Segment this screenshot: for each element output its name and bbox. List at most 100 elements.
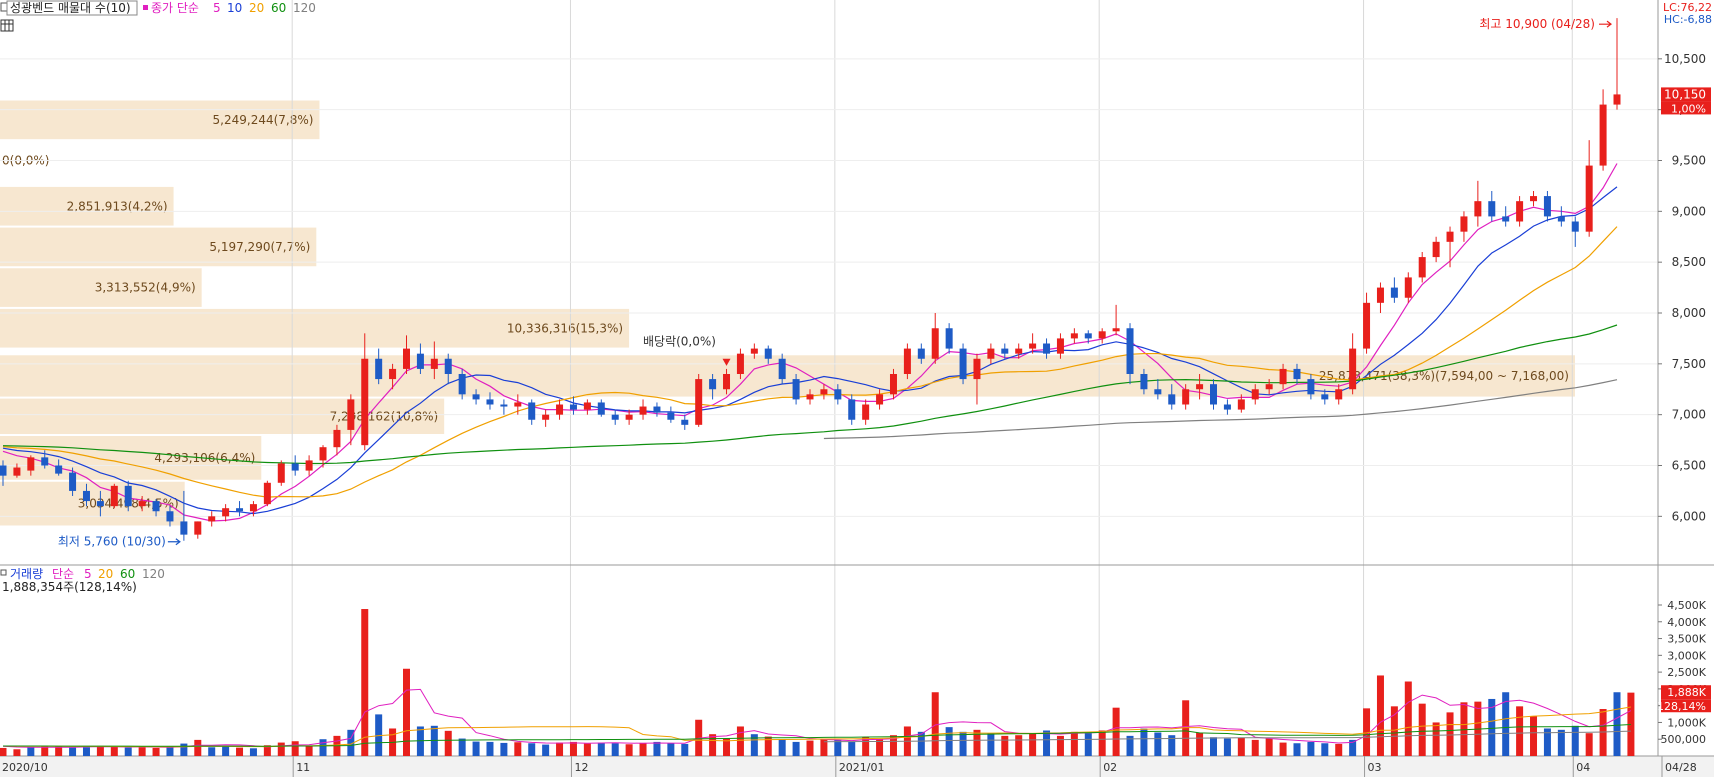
candle-body	[959, 348, 967, 380]
candle-body	[1070, 333, 1078, 339]
volume-profile-label: 5,197,290(7,7%)	[209, 240, 310, 254]
candle-body	[834, 389, 842, 400]
high-annotation: 최고 10,900 (04/28)	[1479, 17, 1595, 31]
volume-bar	[236, 747, 244, 756]
candle-body	[166, 511, 174, 522]
candle-body	[764, 348, 772, 359]
candle-body	[1460, 216, 1468, 232]
candle-body	[1571, 221, 1579, 232]
volume-bar	[13, 749, 21, 756]
candle-body	[667, 412, 675, 420]
volume-bar	[667, 743, 675, 756]
candle	[110, 483, 118, 509]
volume-bar	[0, 747, 7, 756]
candle-body	[1043, 343, 1051, 354]
x-tick-label: 03	[1368, 761, 1382, 774]
volume-bar	[82, 747, 90, 756]
volume-bar	[514, 742, 522, 756]
candle-body	[653, 406, 661, 413]
candle-body	[1321, 394, 1329, 400]
volume-bar	[305, 745, 313, 756]
candle-body	[639, 406, 647, 415]
volume-legend-title: 거래량	[10, 567, 43, 581]
candle-body	[277, 463, 285, 483]
volume-bar	[1376, 675, 1384, 756]
price-tick-label: 6,000	[1672, 509, 1706, 523]
volume-bar	[222, 745, 230, 756]
volume-bar	[1279, 742, 1287, 756]
volume-bar	[834, 739, 842, 756]
volume-bar	[1307, 741, 1315, 756]
candle-body	[862, 404, 870, 420]
x-tick-label: 04	[1576, 761, 1590, 774]
volume-bar	[778, 739, 786, 756]
last-volume-pct-tag-text: 128,14%	[1657, 700, 1706, 713]
candle-body	[1279, 368, 1287, 385]
candle-body	[1349, 348, 1357, 390]
volume-ma-legend-title: 단순	[52, 567, 74, 581]
candle-body	[1335, 389, 1343, 400]
candle-body	[1084, 333, 1092, 339]
candle-body	[792, 379, 800, 400]
volume-bar	[1390, 706, 1398, 756]
candle	[695, 374, 703, 427]
volume-bar	[1446, 712, 1454, 756]
volume-profile-label: 3,313,552(4,9%)	[95, 281, 196, 295]
candle-body	[778, 358, 786, 380]
ma-legend-period-20: 20	[249, 1, 264, 15]
candle-body	[1015, 348, 1023, 354]
volume-bar	[277, 742, 285, 756]
volume-bar	[1571, 725, 1579, 756]
volume-bar	[1084, 733, 1092, 756]
candle-body	[152, 501, 160, 512]
volume-bar	[653, 741, 661, 756]
candle-body	[1223, 404, 1231, 410]
volume-bar	[1223, 738, 1231, 756]
volume-bar	[1516, 706, 1524, 756]
volume-bar	[403, 668, 410, 756]
volume-bar	[1196, 732, 1204, 756]
volume-profile-label: 5,249,244(7,8%)	[213, 113, 314, 127]
ma-swatch-icon	[143, 5, 148, 10]
candle-body	[361, 358, 369, 446]
candle-body	[945, 328, 953, 349]
candle-body	[1154, 389, 1162, 395]
candle-body	[556, 404, 564, 415]
volume-bar	[1404, 681, 1412, 756]
candle-body	[1168, 394, 1176, 405]
x-tick-label: 11	[296, 761, 310, 774]
low-annotation: 최저 5,760 (10/30)	[58, 535, 166, 549]
candle-body	[1543, 196, 1551, 217]
candle-body	[1237, 399, 1245, 410]
candle-body	[458, 374, 466, 395]
ma-legend-period-5: 5	[213, 1, 221, 15]
x-tick-label: 02	[1103, 761, 1117, 774]
volume-bar	[611, 743, 619, 756]
candle-body	[542, 414, 550, 420]
volume-bar	[1015, 735, 1023, 756]
volume-ma-period-20: 20	[98, 567, 113, 581]
grid-tool-icon[interactable]	[0, 19, 14, 32]
volume-profile-label: 10,336,316(15,3%)	[507, 321, 623, 335]
candle-body	[876, 394, 884, 405]
candle-body	[403, 348, 410, 369]
candle-body	[1056, 338, 1064, 354]
volume-bar	[1585, 733, 1593, 756]
candle-body	[1516, 201, 1524, 222]
candle-body	[69, 472, 77, 491]
candle-body	[0, 465, 7, 476]
candle-body	[1474, 201, 1482, 217]
volume-bar	[500, 742, 508, 756]
volume-bar	[1043, 730, 1051, 756]
volume-bar	[750, 734, 758, 756]
volume-bar	[1613, 692, 1621, 756]
volume-tick-label: 4,000K	[1667, 616, 1706, 629]
volume-bar	[208, 747, 216, 756]
candle-body	[1098, 331, 1106, 339]
volume-bar	[1321, 743, 1329, 756]
candle-body	[695, 379, 703, 425]
volume-bar	[736, 726, 744, 756]
price-tick-label: 6,500	[1672, 459, 1706, 473]
candle-body	[55, 465, 63, 474]
candle-body	[347, 399, 355, 430]
